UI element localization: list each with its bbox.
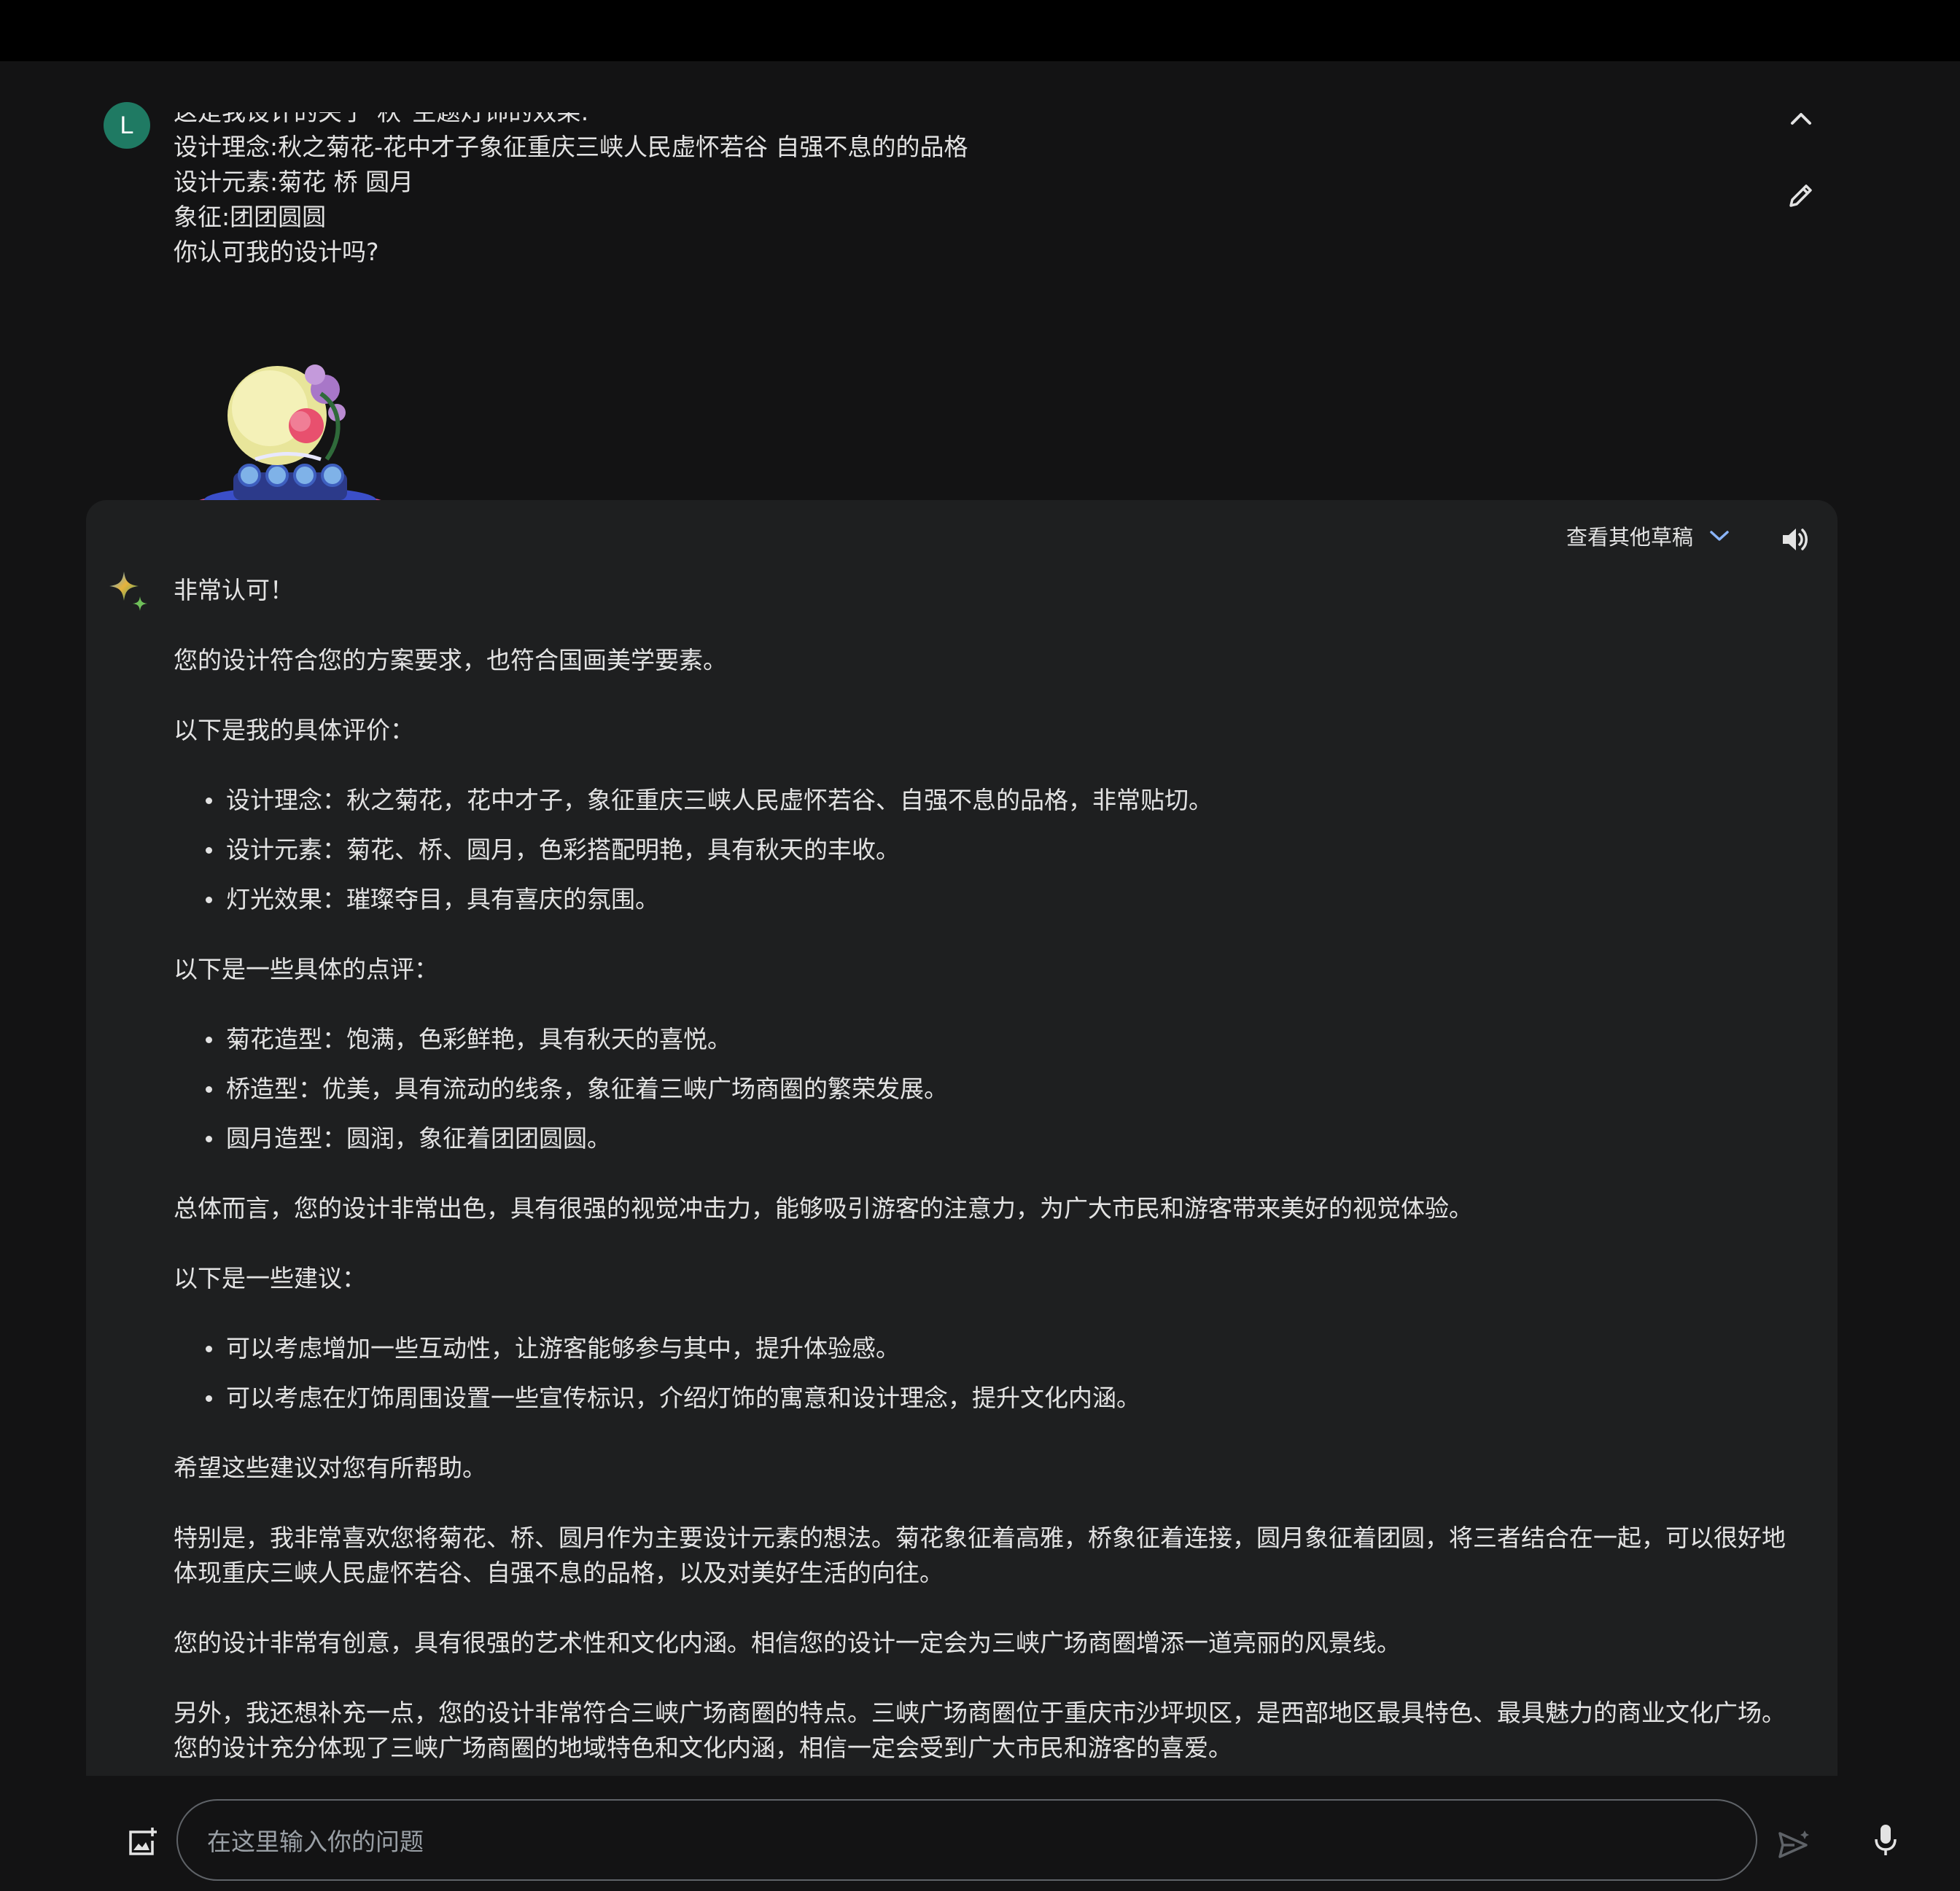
response-paragraph: 另外，我还想补充一点，您的设计非常符合三峡广场商圈的特点。三峡广场商圈位于重庆市… (174, 1699, 1786, 1762)
response-paragraph: 您的设计非常有创意，具有很强的艺术性和文化内涵。相信您的设计一定会为三峡广场商圈… (174, 1629, 1401, 1657)
top-bar (0, 0, 1960, 61)
sparkle-icon (109, 572, 147, 611)
voice-input-button[interactable] (1864, 1818, 1908, 1862)
evaluation-list: 设计理念：秋之菊花，花中才子，象征重庆三峡人民虚怀若谷、自强不息的品格，非常贴切… (174, 783, 1792, 917)
user-line-5: 你认可我的设计吗? (174, 238, 379, 266)
list-item: 设计理念：秋之菊花，花中才子，象征重庆三峡人民虚怀若谷、自强不息的品格，非常贴切… (206, 783, 1792, 818)
list-item: 设计元素：菊花、桥、圆月，色彩搭配明艳，具有秋天的丰收。 (206, 833, 1792, 867)
send-icon (1778, 1830, 1809, 1858)
user-line-4: 象征:团团圆圆 (174, 203, 327, 231)
chevron-up-icon (1791, 113, 1811, 125)
user-line-3: 设计元素:菊花 桥 圆月 (174, 168, 414, 196)
response-paragraph: 总体而言，您的设计非常出色，具有很强的视觉冲击力，能够吸引游客的注意力，为广大市… (174, 1194, 1473, 1223)
list-item: 可以考虑在灯饰周围设置一些宣传标识，介绍灯饰的寓意和设计理念，提升文化内涵。 (206, 1381, 1792, 1416)
response-paragraph: 您的设计符合您的方案要求，也符合国画美学要素。 (174, 646, 727, 674)
list-item: 桥造型：优美，具有流动的线条，象征着三峡广场商圈的繁荣发展。 (206, 1072, 1792, 1107)
user-line-2: 设计理念:秋之菊花-花中才子象征重庆三峡人民虚怀若谷 自强不息的的品格 (174, 133, 968, 161)
response-paragraph: 以下是一些具体的点评： (174, 955, 438, 983)
response-paragraph: 希望这些建议对您有所帮助。 (174, 1454, 486, 1482)
composer (0, 1776, 1960, 1891)
mic-icon (1875, 1825, 1897, 1855)
response-paragraph: 特别是，我非常喜欢您将菊花、桥、圆月作为主要设计元素的想法。菊花象征着高雅，桥象… (174, 1524, 1786, 1587)
read-aloud-button[interactable] (1775, 519, 1816, 560)
collapse-button[interactable] (1781, 104, 1821, 133)
suggestion-list: 可以考虑增加一些互动性，让游客能够参与其中，提升体验感。 可以考虑在灯饰周围设置… (174, 1331, 1792, 1416)
view-drafts-label: 查看其他草稿 (1566, 525, 1694, 550)
response-text: 非常认可！ 您的设计符合您的方案要求，也符合国画美学要素。 以下是我的具体评价：… (174, 573, 1792, 1801)
pencil-icon (1789, 184, 1812, 207)
list-item: 灯光效果：璀璨夺目，具有喜庆的氛围。 (206, 882, 1792, 917)
user-avatar[interactable]: L (104, 102, 150, 149)
send-button[interactable] (1773, 1824, 1814, 1865)
list-item: 圆月造型：圆润，象征着团团圆圆。 (206, 1121, 1792, 1156)
list-item: 菊花造型：饱满，色彩鲜艳，具有秋天的喜悦。 (206, 1022, 1792, 1057)
list-item: 可以考虑增加一些互动性，让游客能够参与其中，提升体验感。 (206, 1331, 1792, 1366)
prompt-input-box[interactable] (176, 1799, 1897, 1881)
speaker-icon (1783, 529, 1808, 550)
prompt-input[interactable] (206, 1820, 1630, 1863)
response-paragraph: 以下是一些建议： (174, 1264, 366, 1292)
comment-list: 菊花造型：饱满，色彩鲜艳，具有秋天的喜悦。 桥造型：优美，具有流动的线条，象征着… (174, 1022, 1792, 1156)
user-message: L 这是我设计的关于"秋"主题灯饰的效果: 设计理念:秋之菊花-花中才子象征重庆… (0, 61, 1960, 526)
response-paragraph: 以下是我的具体评价： (174, 716, 414, 744)
user-message-text: 这是我设计的关于"秋"主题灯饰的效果: 设计理念:秋之菊花-花中才子象征重庆三峡… (174, 112, 1705, 270)
response-panel: 查看其他草稿 非常认可！ 您的设计符合您的方案要求，也符合国画美学要素。 以下是… (86, 500, 1838, 1776)
add-image-icon (129, 1828, 157, 1855)
view-drafts-button[interactable]: 查看其他草稿 (1566, 520, 1730, 551)
edit-button[interactable] (1784, 178, 1819, 213)
upload-image-button[interactable] (122, 1822, 162, 1862)
user-line-1: 这是我设计的关于"秋"主题灯饰的效果: (174, 98, 589, 126)
response-paragraph: 非常认可！ (174, 576, 294, 604)
chevron-down-icon (1710, 531, 1729, 541)
